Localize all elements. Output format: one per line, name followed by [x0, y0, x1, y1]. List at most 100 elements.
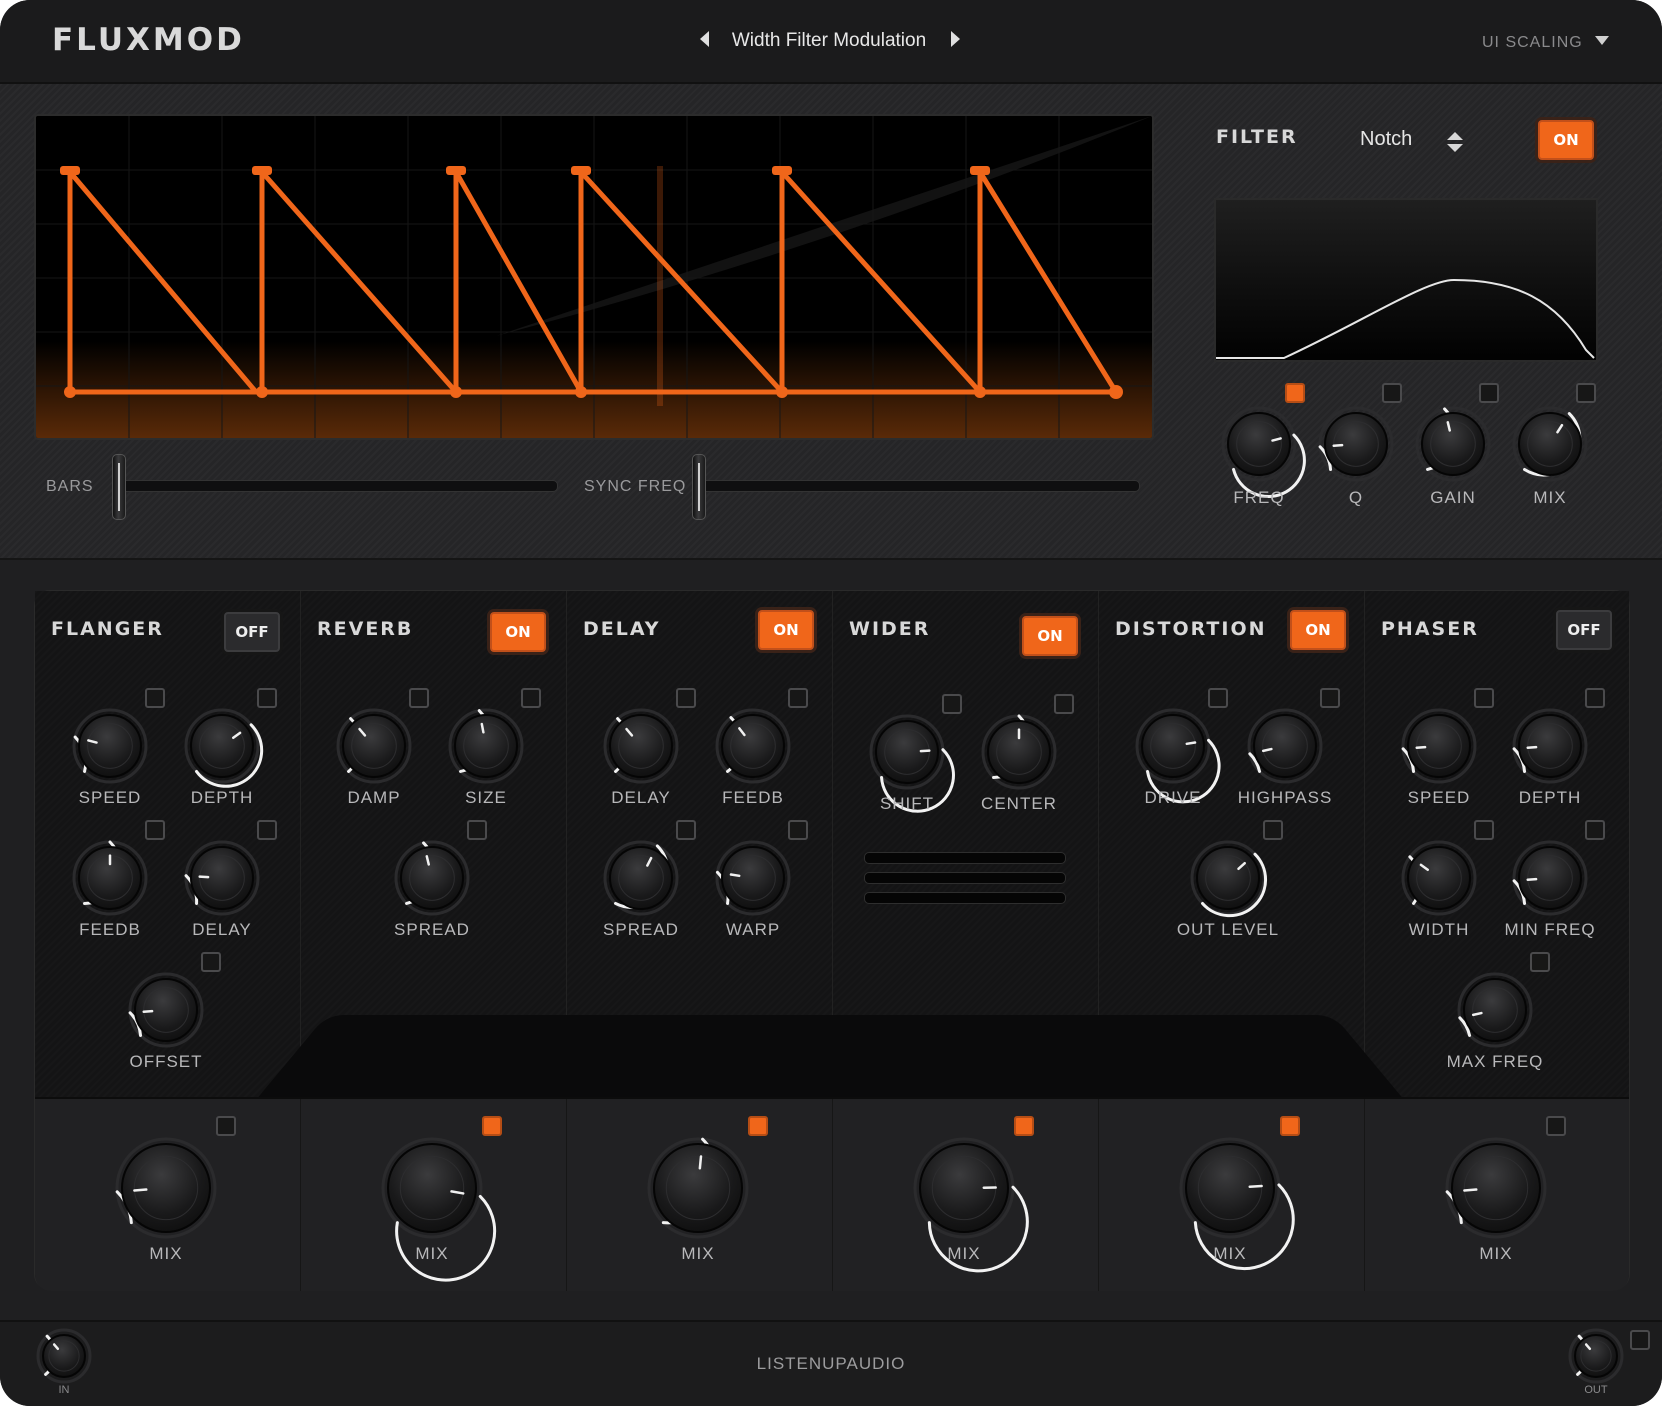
distortion-drive-knob[interactable]	[1134, 707, 1221, 804]
flanger-feedb-knob[interactable]	[71, 839, 149, 917]
filter-freq-knob[interactable]	[1220, 405, 1306, 498]
mod-assign-toggle[interactable]	[1382, 383, 1402, 403]
phaser-width-knob[interactable]	[1400, 839, 1478, 917]
mix-mod-assign-toggle[interactable]	[216, 1116, 236, 1136]
mod-assign-toggle[interactable]	[942, 694, 962, 714]
reverb-damp-knob[interactable]	[335, 707, 413, 785]
phaser-min-freq-knob[interactable]	[1511, 839, 1589, 917]
mod-assign-toggle[interactable]	[1208, 688, 1228, 708]
mix-mod-assign-toggle[interactable]	[1280, 1116, 1300, 1136]
mod-assign-toggle[interactable]	[409, 688, 429, 708]
wider-toggle-button[interactable]: ON	[1022, 616, 1078, 656]
mod-assign-toggle[interactable]	[1320, 688, 1340, 708]
flanger-depth-knob[interactable]	[183, 707, 264, 788]
mod-assign-toggle[interactable]	[257, 820, 277, 840]
ui-scaling-dropdown[interactable]: UI SCALING	[1482, 34, 1609, 52]
wider-shift-knob[interactable]	[868, 713, 955, 813]
bars-slider-track[interactable]	[118, 480, 558, 492]
flanger-offset-knob[interactable]	[127, 971, 205, 1049]
mix-mod-assign-toggle[interactable]	[1546, 1116, 1566, 1136]
lfo-node[interactable]	[571, 166, 591, 175]
wider-center-knob[interactable]	[980, 713, 1058, 791]
next-preset-icon[interactable]	[951, 31, 960, 47]
mod-assign-toggle[interactable]	[676, 820, 696, 840]
lfo-waveform[interactable]	[36, 116, 1152, 438]
mix-knob[interactable]	[912, 1136, 1029, 1273]
mix-knob[interactable]	[1444, 1136, 1548, 1240]
mod-assign-toggle[interactable]	[145, 820, 165, 840]
mod-assign-toggle[interactable]	[1576, 383, 1596, 403]
mod-assign-toggle[interactable]	[1585, 820, 1605, 840]
filter-gain-knob[interactable]	[1414, 405, 1492, 483]
flanger-delay-knob[interactable]	[183, 839, 261, 917]
flanger-toggle-button[interactable]: OFF	[224, 612, 280, 652]
up-down-arrows-icon[interactable]	[1447, 132, 1463, 154]
mod-assign-toggle[interactable]	[521, 688, 541, 708]
phaser-min-freq-label: MIN FREQ	[1504, 920, 1596, 939]
output-mod-assign-toggle[interactable]	[1630, 1330, 1650, 1350]
mix-knob[interactable]	[646, 1136, 750, 1240]
mix-knob[interactable]	[380, 1136, 497, 1282]
mod-assign-toggle[interactable]	[676, 688, 696, 708]
mod-assign-toggle[interactable]	[467, 820, 487, 840]
filter-q-knob[interactable]	[1317, 405, 1395, 483]
distortion-out-level-knob[interactable]	[1189, 839, 1268, 918]
mod-assign-toggle[interactable]	[1285, 383, 1305, 403]
distortion-toggle-button[interactable]: ON	[1290, 610, 1346, 650]
lfo-node[interactable]	[60, 166, 80, 175]
mix-knob[interactable]	[114, 1136, 218, 1240]
mod-assign-toggle[interactable]	[257, 688, 277, 708]
mod-assign-toggle[interactable]	[1479, 383, 1499, 403]
distortion-highpass-knob[interactable]	[1246, 707, 1324, 785]
phaser-depth-label: DEPTH	[1518, 788, 1582, 807]
reverb-size-knob[interactable]	[447, 707, 525, 785]
lfo-node[interactable]	[446, 166, 466, 175]
filter-mix-knob[interactable]	[1511, 405, 1589, 483]
knob-graphic	[1179, 1137, 1295, 1271]
mod-assign-toggle[interactable]	[201, 952, 221, 972]
flanger-speed-knob[interactable]	[71, 707, 149, 785]
phaser-speed-knob[interactable]	[1400, 707, 1478, 785]
delay-warp-knob[interactable]	[714, 839, 792, 917]
mod-assign-toggle[interactable]	[1263, 820, 1283, 840]
phaser-max-freq-knob[interactable]	[1456, 971, 1534, 1049]
mix-mod-assign-toggle[interactable]	[482, 1116, 502, 1136]
phaser-depth-knob[interactable]	[1511, 707, 1589, 785]
knob-graphic	[1221, 406, 1306, 498]
mod-assign-toggle[interactable]	[1474, 820, 1494, 840]
reverb-spread-knob[interactable]	[393, 839, 471, 917]
lfo-node[interactable]	[970, 166, 990, 175]
bars-slider-handle[interactable]	[112, 454, 126, 520]
mod-assign-toggle[interactable]	[145, 688, 165, 708]
preset-name[interactable]: Width Filter Modulation	[718, 30, 940, 52]
reverb-toggle-button[interactable]: ON	[490, 612, 546, 652]
delay-delay-knob[interactable]	[602, 707, 680, 785]
mod-assign-toggle[interactable]	[788, 820, 808, 840]
mod-assign-toggle[interactable]	[1474, 688, 1494, 708]
mod-assign-toggle[interactable]	[1585, 688, 1605, 708]
lfo-node[interactable]	[1109, 385, 1123, 399]
mix-knob[interactable]	[1178, 1136, 1295, 1271]
lfo-node[interactable]	[772, 166, 792, 175]
reverb-title: REVERB	[317, 618, 414, 640]
mod-assign-toggle[interactable]	[1530, 952, 1550, 972]
filter-type-select[interactable]: Notch	[1360, 128, 1412, 151]
lfo-editor[interactable]	[34, 114, 1154, 440]
mod-assign-toggle[interactable]	[788, 688, 808, 708]
mix-mod-assign-toggle[interactable]	[748, 1116, 768, 1136]
phaser-toggle-button[interactable]: OFF	[1556, 610, 1612, 650]
filter-toggle-button[interactable]: ON	[1538, 120, 1594, 160]
knob-graphic	[1512, 840, 1588, 916]
delay-feedb-knob[interactable]	[714, 707, 792, 785]
delay-toggle-button[interactable]: ON	[758, 610, 814, 650]
lfo-node[interactable]	[252, 166, 272, 175]
input-gain-knob[interactable]	[35, 1327, 93, 1385]
sync-freq-slider-track[interactable]	[698, 480, 1140, 492]
mix-label: MIX	[947, 1244, 981, 1263]
output-gain-knob[interactable]	[1567, 1327, 1625, 1385]
sync-freq-slider-handle[interactable]	[692, 454, 706, 520]
delay-spread-knob[interactable]	[602, 839, 680, 917]
mix-mod-assign-toggle[interactable]	[1014, 1116, 1034, 1136]
previous-preset-icon[interactable]	[700, 31, 709, 47]
mod-assign-toggle[interactable]	[1054, 694, 1074, 714]
